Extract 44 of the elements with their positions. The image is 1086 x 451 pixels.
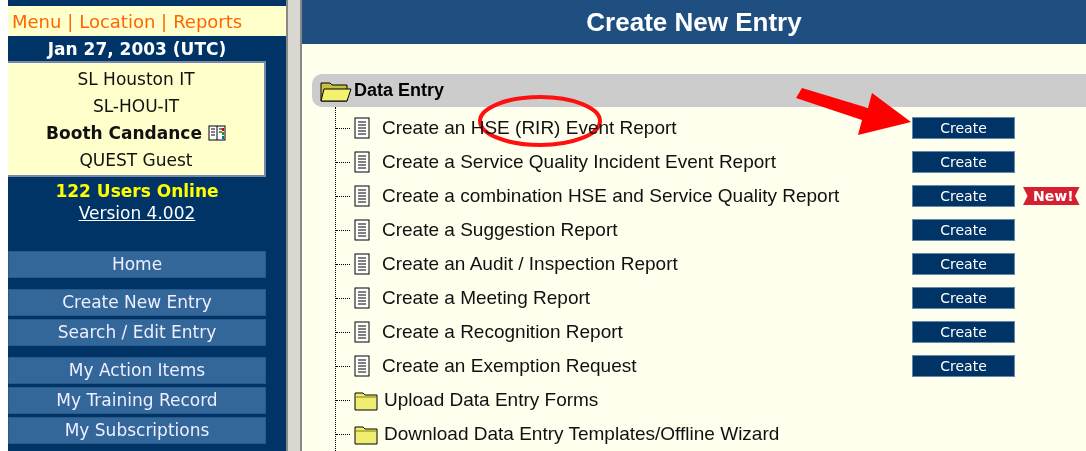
create-button[interactable]: Create bbox=[912, 321, 1015, 343]
entry-label: Create an Audit / Inspection Report bbox=[382, 253, 679, 275]
create-button[interactable]: Create bbox=[912, 151, 1015, 173]
create-button[interactable]: Create bbox=[912, 355, 1015, 377]
create-button[interactable]: Create bbox=[912, 253, 1015, 275]
date-label: Jan 27, 2003 (UTC) bbox=[45, 38, 228, 61]
document-icon bbox=[354, 321, 370, 343]
create-button[interactable]: Create bbox=[912, 117, 1015, 139]
user-info-text: QUEST Guest bbox=[79, 149, 193, 170]
create-button[interactable]: Create bbox=[912, 185, 1015, 207]
entry-label: Create a Recognition Report bbox=[382, 321, 624, 343]
page-title: Create New Entry bbox=[302, 0, 1086, 44]
document-icon bbox=[354, 253, 370, 275]
document-icon bbox=[354, 287, 370, 309]
document-icon bbox=[354, 185, 370, 207]
document-icon bbox=[354, 355, 370, 377]
create-button[interactable]: Create bbox=[912, 287, 1015, 309]
document-icon bbox=[354, 219, 370, 241]
document-icon bbox=[354, 151, 370, 173]
entry-label: Create a Meeting Report bbox=[382, 287, 592, 309]
nav-button[interactable]: Create New Entry bbox=[8, 289, 266, 316]
users-online-label: 122 Users Online bbox=[54, 181, 220, 201]
version-link[interactable]: Version 4.002 bbox=[78, 203, 196, 223]
entry-label[interactable]: Download Data Entry Templates/Offline Wizard bbox=[384, 423, 908, 445]
new-ribbon-badge: New! bbox=[1023, 187, 1080, 205]
entry-label: Create a Suggestion Report bbox=[382, 219, 619, 241]
nav-button[interactable]: Home bbox=[8, 251, 266, 278]
nav-button[interactable]: My Subscriptions bbox=[8, 417, 266, 444]
user-info-text: SL Houston IT bbox=[77, 68, 195, 89]
nav-button[interactable]: My Action Items bbox=[8, 357, 266, 384]
nav-button[interactable]: Search / Edit Entry bbox=[8, 319, 266, 346]
entry-label: Create a combination HSE and Service Quality Report bbox=[382, 185, 841, 207]
user-info-text: Booth Candance bbox=[46, 122, 202, 143]
entry-label: Create a Service Quality Incident Event Report bbox=[382, 151, 777, 173]
user-info-text: SL-HOU-IT bbox=[92, 95, 180, 116]
entry-label[interactable]: Upload Data Entry Forms bbox=[384, 389, 908, 411]
entry-label: Create an Exemption Request bbox=[382, 355, 638, 377]
create-button[interactable]: Create bbox=[912, 219, 1015, 241]
folder-icon bbox=[354, 389, 378, 411]
folder-icon bbox=[354, 423, 378, 445]
document-icon bbox=[354, 117, 370, 139]
splitter-bar[interactable] bbox=[286, 0, 302, 451]
nav-button[interactable]: My Training Record bbox=[8, 387, 266, 414]
section-header[interactable]: Data Entry bbox=[312, 74, 1086, 107]
